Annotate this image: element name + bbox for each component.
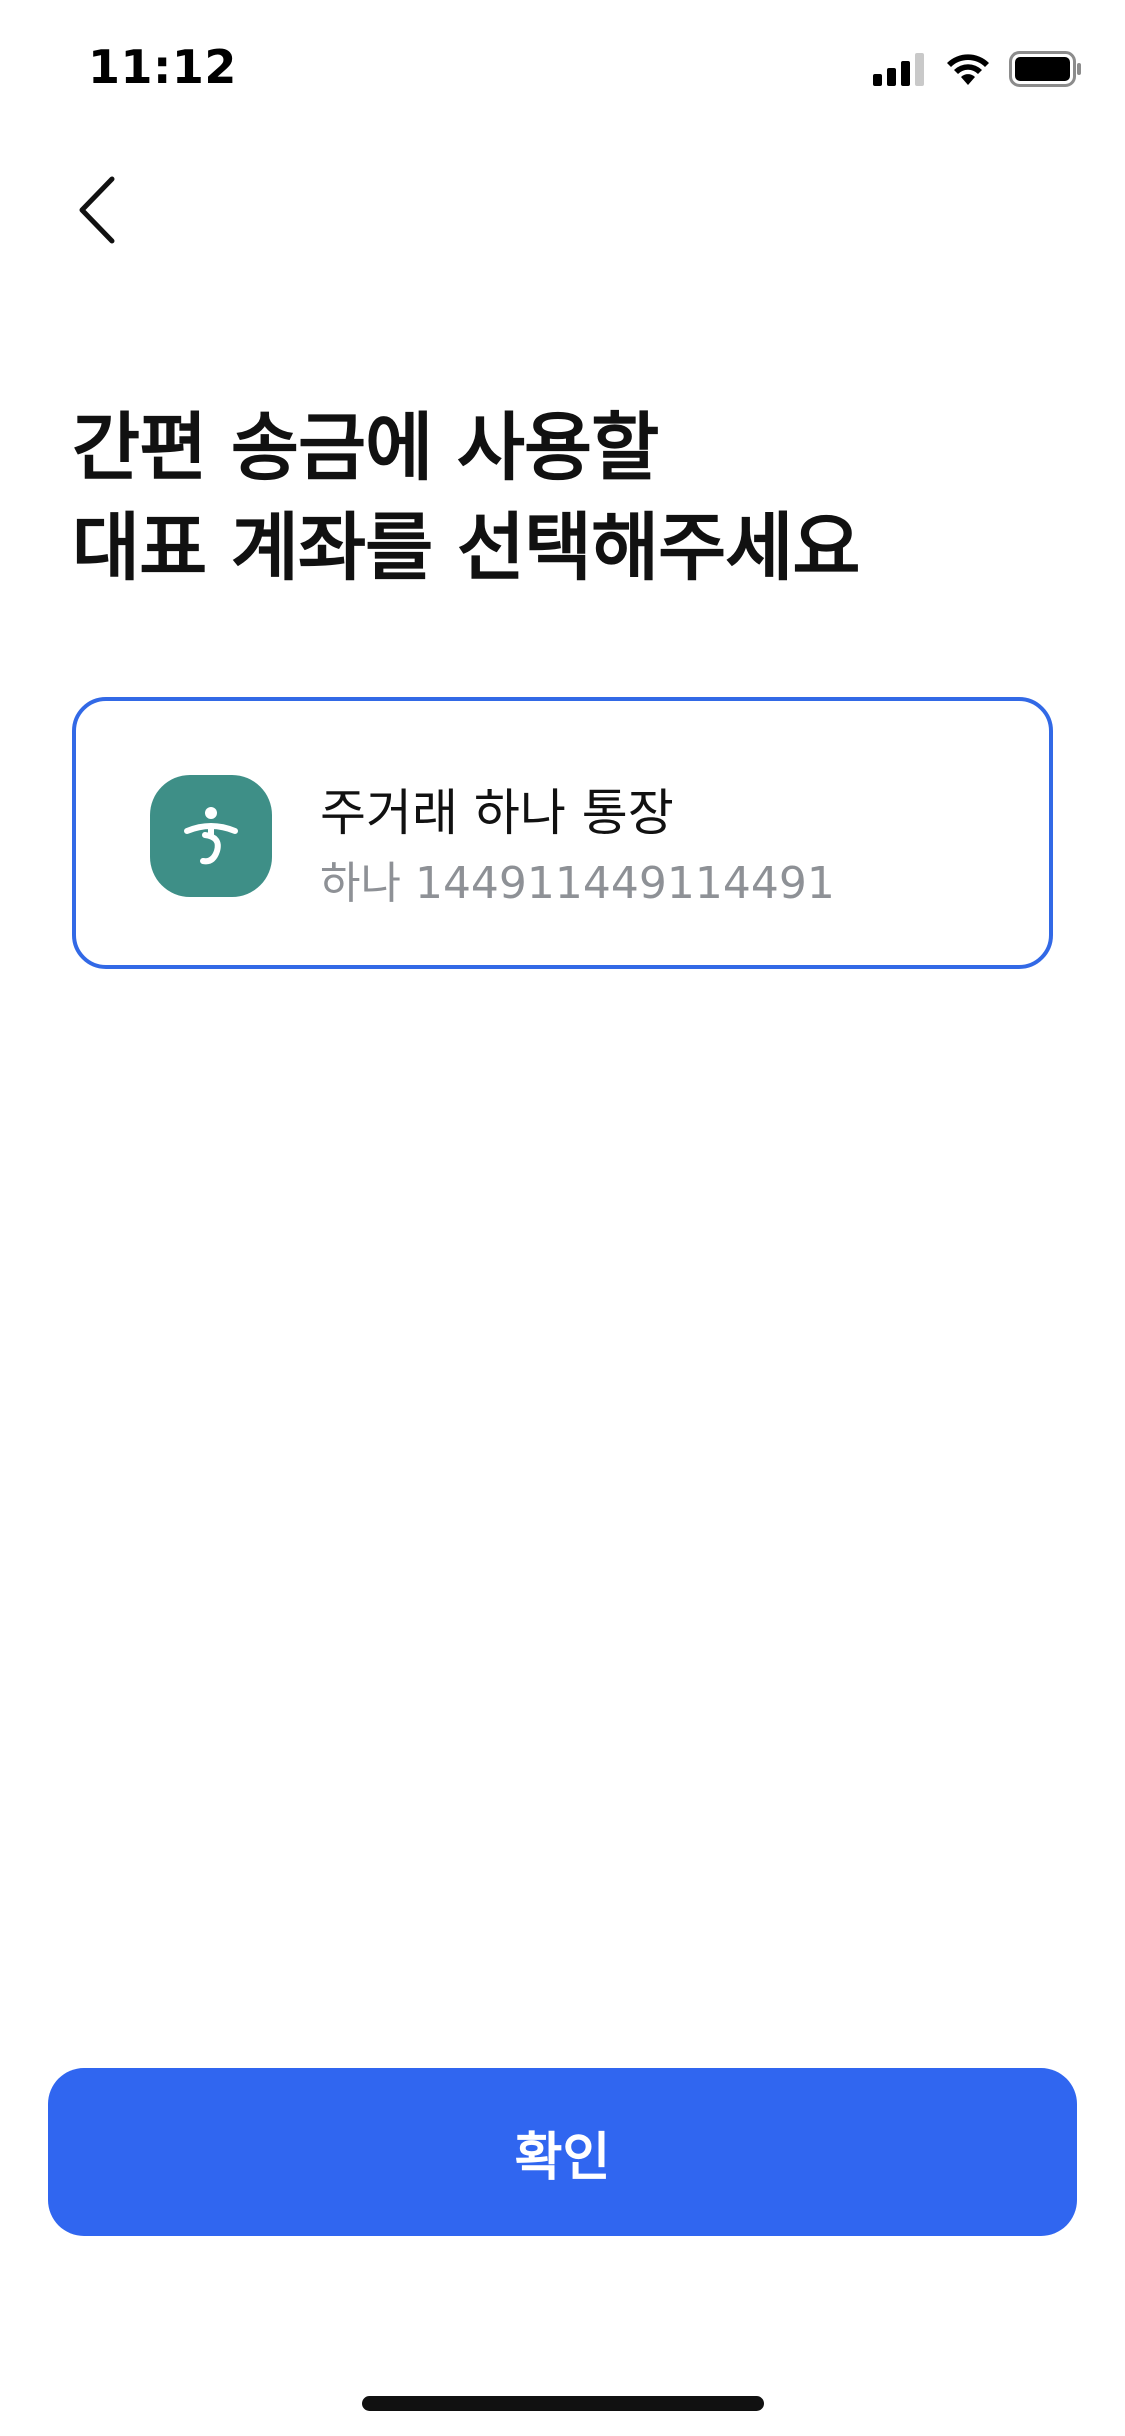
wifi-icon <box>947 54 989 85</box>
chevron-left-icon <box>79 176 115 244</box>
battery-icon <box>1009 51 1081 87</box>
back-button[interactable] <box>58 168 134 252</box>
account-name: 주거래 하나 통장 <box>320 784 674 842</box>
status-bar: 11:12 <box>0 0 1125 140</box>
confirm-button[interactable]: 확인 <box>48 2068 1077 2236</box>
page-title: 간편 송금에 사용할 대표 계좌를 선택해주세요 <box>72 398 1072 598</box>
page-title-line-1: 간편 송금에 사용할 <box>72 405 659 491</box>
account-number: 하나 144911449114491 <box>320 858 835 909</box>
signal-icon <box>873 53 924 86</box>
hana-bank-logo-icon <box>150 775 272 897</box>
status-icons <box>873 48 1083 90</box>
home-indicator[interactable] <box>362 2396 764 2411</box>
page-title-line-2: 대표 계좌를 선택해주세요 <box>72 505 860 591</box>
status-time: 11:12 <box>88 40 237 94</box>
account-card-selected[interactable]: 주거래 하나 통장 하나 144911449114491 <box>72 697 1053 969</box>
